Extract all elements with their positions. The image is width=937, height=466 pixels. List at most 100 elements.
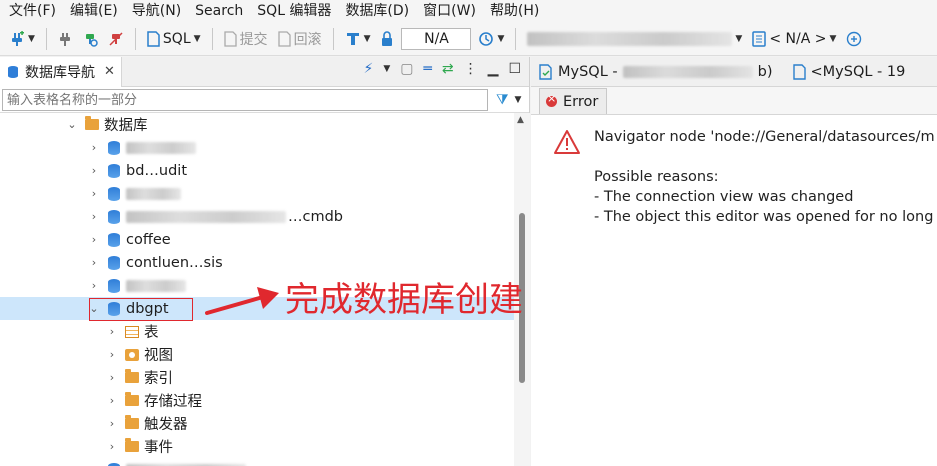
menu-navigate[interactable]: 导航(N) [125,0,188,22]
obscured-connection-name [622,65,753,78]
tree-node-database[interactable]: › [0,182,514,205]
table-icon [125,325,139,338]
zoom-button[interactable] [843,27,865,51]
main-toolbar: ▼ SQL ▼ 提交 回滚 ▼ N/A ▼ ▼ < N/A > ▼ [0,22,937,56]
rollback-icon [277,30,291,47]
new-connection-icon[interactable]: ⚡ [363,61,373,77]
chevron-down-icon[interactable]: ▼ [383,64,390,74]
error-message-line: Possible reasons: [594,169,719,185]
transaction-log-button[interactable]: ▼ [475,27,507,51]
chevron-right-icon[interactable]: › [106,348,118,361]
chevron-right-icon[interactable]: › [88,210,100,223]
tree-node-database[interactable]: › coffee [0,228,514,251]
error-message-line: - The connection view was changed [594,189,854,205]
commit-icon [223,30,237,47]
obscured-datasource-name [527,31,733,46]
chevron-right-icon[interactable]: › [88,141,100,154]
new-connection-button[interactable]: ▼ [6,27,38,51]
chevron-down-icon: ▼ [497,33,505,44]
tree-node-procedures[interactable]: › 存储过程 [0,389,514,412]
tree-node-indexes[interactable]: › 索引 [0,366,514,389]
tree-node-database[interactable]: › …cmdb [0,205,514,228]
menu-help[interactable]: 帮助(H) [483,0,546,22]
error-icon [546,92,557,107]
toolbar-separator [332,27,334,50]
tree-node-database[interactable]: › contluen…sis [0,251,514,274]
lock-button[interactable] [377,27,397,51]
menu-sql-editor[interactable]: SQL 编辑器 [250,0,338,22]
active-datasource-selector[interactable]: ▼ [524,27,745,51]
tree-node-label: 视图 [144,348,173,364]
tab-error[interactable]: Error [539,88,608,114]
scroll-up-icon[interactable]: ▲ [517,115,524,125]
tab-mysql-console[interactable]: <MySQL - 19 [785,57,918,87]
minimize-icon[interactable]: ▁ [488,61,499,77]
editor-tab-bar: MySQL - b) <MySQL - 19 [531,57,937,87]
filter-icon[interactable]: ⧩ [496,92,509,108]
chevron-down-icon[interactable]: ⌄ [66,118,78,131]
error-tab-label: Error [563,93,599,110]
tab-mysql-connection[interactable]: MySQL - b) [531,57,785,87]
navigator-tab-label: 数据库导航 [25,64,95,81]
toolbar-separator [211,27,213,50]
tree-node-label: 表 [144,325,159,341]
database-icon [107,140,121,155]
tree-node-databases[interactable]: ⌄ 数据库 [0,113,514,136]
database-icon [107,462,121,466]
chevron-right-icon[interactable]: › [88,233,100,246]
sql-editor-button[interactable]: SQL ▼ [144,27,204,51]
active-schema-selector[interactable]: < N/A > ▼ [749,27,839,51]
schema-icon [752,30,767,47]
plug-icon [59,32,70,46]
view-menu-icon[interactable]: ⋮ [464,61,478,77]
chevron-right-icon[interactable]: › [88,256,100,269]
editor-area: MySQL - b) <MySQL - 19 Error Navigator n… [531,57,937,466]
navigator-tab-bar: 数据库导航 ✕ ⚡ ▼ ▢ ═ ⇄ ⋮ ▁ ☐ [0,56,529,87]
tree-node-views[interactable]: › 视图 [0,343,514,366]
tree-node-database[interactable]: › bd…udit [0,159,514,182]
menu-edit[interactable]: 编辑(E) [63,0,125,22]
close-icon[interactable]: ✕ [104,64,115,79]
disconnect-button[interactable] [105,27,127,51]
commit-button[interactable]: 提交 [221,27,271,51]
chevron-right-icon[interactable]: › [106,394,118,407]
chevron-right-icon[interactable]: › [106,417,118,430]
menu-window[interactable]: 窗口(W) [416,0,483,22]
chevron-right-icon[interactable]: › [88,279,100,292]
menu-file[interactable]: 文件(F) [2,0,63,22]
obscured-database-name [126,187,181,200]
transaction-counter-field[interactable]: N/A [401,27,472,50]
tab-label-suffix: b) [757,63,773,80]
disconnect-icon [109,31,123,46]
tree-node-tables[interactable]: › 表 [0,320,514,343]
refresh-connection-button[interactable] [79,27,101,51]
chevron-right-icon[interactable]: › [106,371,118,384]
menu-search[interactable]: Search [188,0,250,22]
chevron-right-icon[interactable]: › [106,440,118,453]
collapse-all-icon[interactable]: ═ [423,61,431,77]
tree-node-label: 存储过程 [144,394,202,410]
transaction-mode-button[interactable]: ▼ [342,27,374,51]
chevron-right-icon[interactable]: › [88,164,100,177]
chevron-right-icon[interactable]: › [88,187,100,200]
chevron-down-icon[interactable]: ▼ [515,95,522,105]
link-with-editor-icon[interactable]: ⇄ [442,61,454,77]
transaction-icon [346,32,359,45]
chevron-right-icon[interactable]: › [106,325,118,338]
annotation-arrow-icon [205,287,279,315]
toolbar-separator [515,27,517,50]
rollback-button[interactable]: 回滚 [275,27,325,51]
tree-node-events[interactable]: › 事件 [0,435,514,458]
lock-icon [382,30,393,46]
chevron-down-icon: ▼ [829,33,837,44]
tree-node-database[interactable]: › [0,458,514,466]
menu-database[interactable]: 数据库(D) [338,0,416,22]
error-message-line: Navigator node 'node://General/datasourc… [594,129,935,145]
tab-database-navigator[interactable]: 数据库导航 ✕ [0,56,122,87]
tree-node-database[interactable]: › [0,136,514,159]
maximize-icon[interactable]: ☐ [508,61,521,77]
table-filter-input[interactable] [2,88,488,111]
new-folder-icon[interactable]: ▢ [400,61,413,77]
tree-node-triggers[interactable]: › 触发器 [0,412,514,435]
connect-button[interactable] [55,27,75,51]
